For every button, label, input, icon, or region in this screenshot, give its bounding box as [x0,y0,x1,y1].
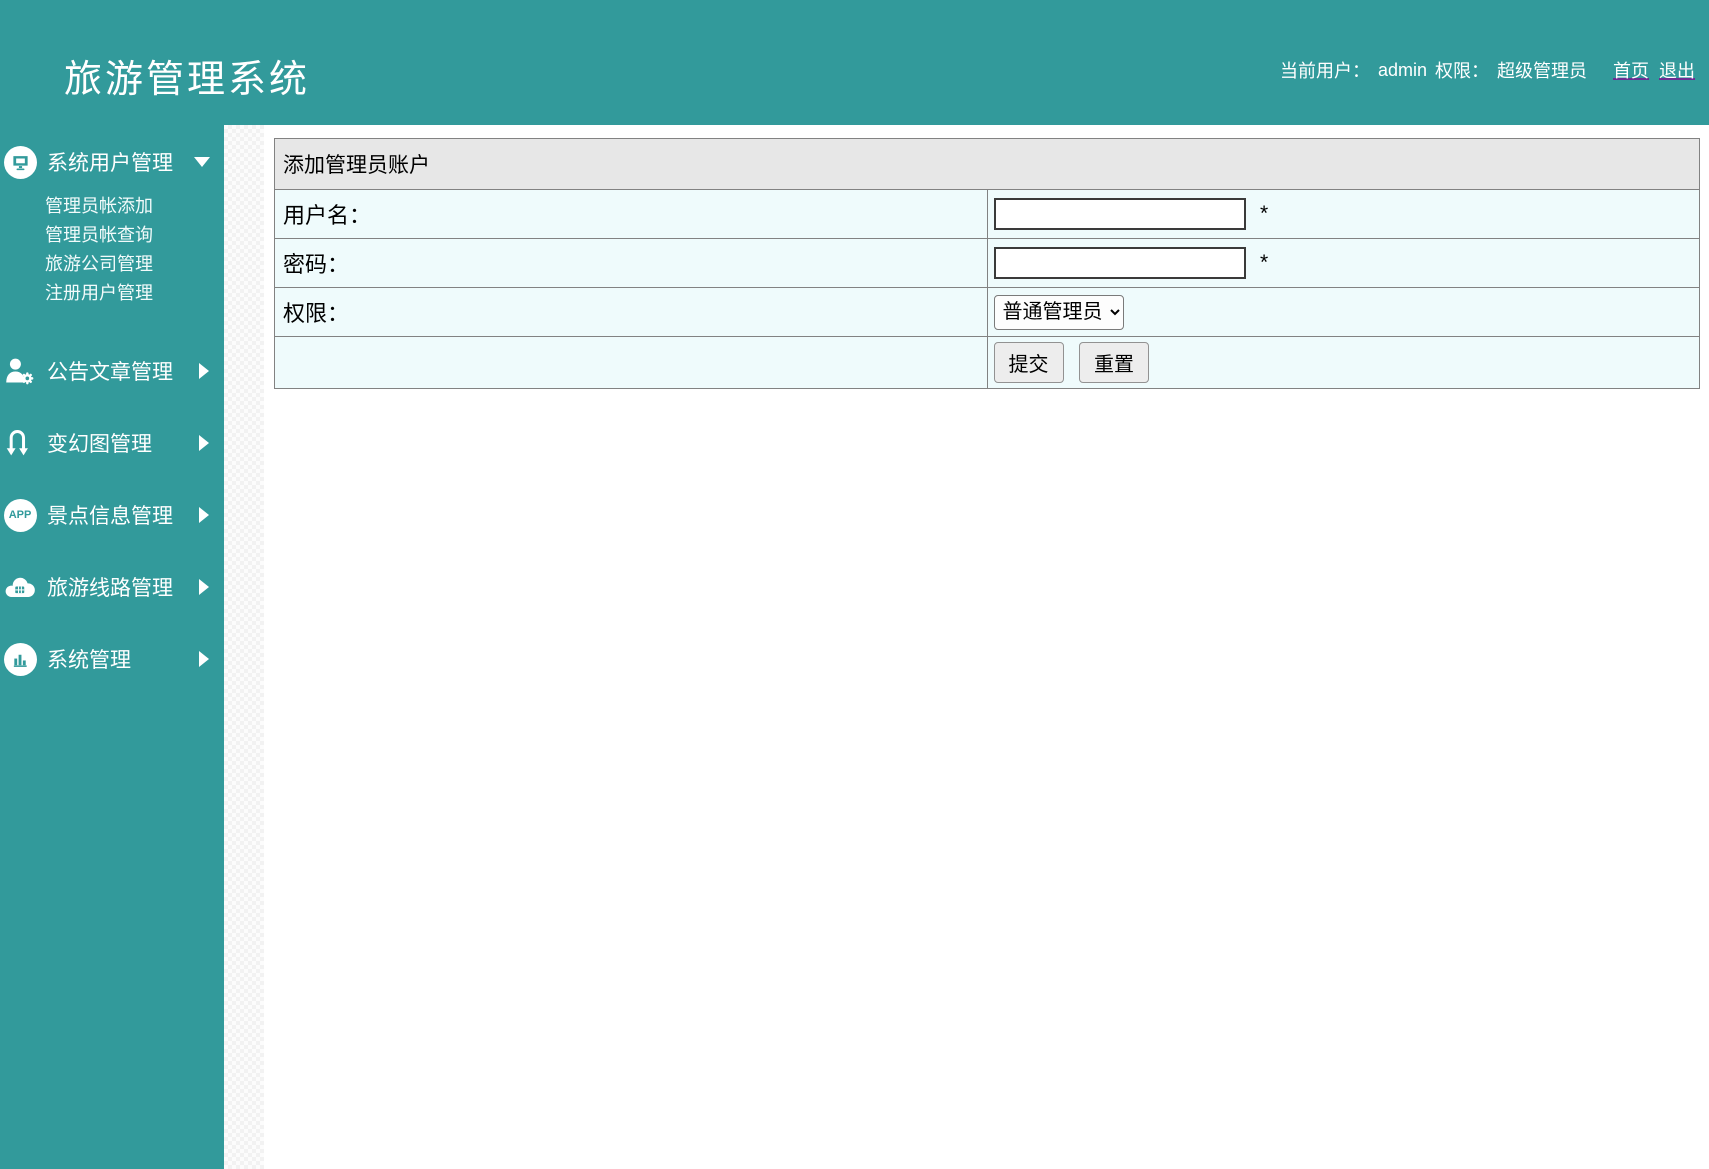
sidebar-item-label: 公告文章管理 [47,361,173,384]
sidebar-item-banner-images[interactable]: 变幻图管理 [0,421,224,465]
sidebar-item-attractions[interactable]: APP 景点信息管理 [0,493,224,537]
user-gear-icon [1,352,39,390]
required-asterisk: * [1259,202,1269,225]
table-row: 提交 重置 [274,336,1700,389]
username-label: 用户名： [274,189,988,239]
sidebar-item-label: 旅游线路管理 [47,577,173,600]
sidebar-submenu-system-users: 管理员帐添加 管理员帐查询 旅游公司管理 注册用户管理 [0,192,224,308]
empty-cell [274,336,988,389]
table-row: 用户名： * [274,189,1700,239]
chevron-right-icon [199,507,209,523]
chevron-right-icon [199,363,209,379]
sidebar-item-travel-routes[interactable]: 旅游线路管理 [0,565,224,609]
home-link[interactable]: 首页 [1613,57,1649,83]
form-header-row: 添加管理员账户 [274,138,1700,190]
app-circle-icon: APP [1,496,39,534]
sidebar: 系统用户管理 管理员帐添加 管理员帐查询 旅游公司管理 注册用户管理 公告文章管… [0,125,224,1169]
current-user-value: admin [1377,59,1427,80]
sidebar-item-label: 系统管理 [47,649,131,672]
sidebar-item-system-users[interactable]: 系统用户管理 [0,140,224,184]
main-content: 添加管理员账户 用户名： * 密码： * 权限： 普通管理员 提交 重置 [264,125,1709,1169]
sidebar-item-label: 系统用户管理 [47,152,173,175]
table-row: 权限： 普通管理员 [274,287,1700,337]
sidebar-item-system-management[interactable]: 系统管理 [0,637,224,681]
table-row: 密码： * [274,238,1700,288]
bar-chart-circle-icon [1,640,39,678]
form-title: 添加管理员账户 [274,138,1700,190]
reset-button[interactable]: 重置 [1078,342,1149,383]
app-icon-label: APP [8,509,32,521]
password-field[interactable] [993,247,1246,279]
required-asterisk: * [1259,251,1269,274]
permission-label: 权限： [274,287,988,337]
submit-button[interactable]: 提交 [993,342,1064,383]
password-label: 密码： [274,238,988,288]
submenu-item-travel-company[interactable]: 旅游公司管理 [45,250,224,279]
submenu-item-admin-query[interactable]: 管理员帐查询 [45,221,224,250]
chevron-right-icon [199,579,209,595]
background-texture-strip [224,125,264,1169]
role-value: 超级管理员 [1497,61,1587,81]
logout-link[interactable]: 退出 [1659,57,1695,83]
sidebar-item-label: 景点信息管理 [47,505,173,528]
chevron-right-icon [199,435,209,451]
role-label: 权限： [1435,61,1489,81]
permission-select[interactable]: 普通管理员 [993,294,1124,330]
cloud-icon [1,568,39,606]
add-admin-form-table: 添加管理员账户 用户名： * 密码： * 权限： 普通管理员 提交 重置 [274,138,1700,389]
sidebar-item-label: 变幻图管理 [47,433,152,456]
app-header: 旅游管理系统 当前用户： admin 权限： 超级管理员 首页 退出 [0,0,1709,125]
chevron-right-icon [199,651,209,667]
username-field[interactable] [993,198,1246,230]
sidebar-item-announcements[interactable]: 公告文章管理 [0,349,224,393]
page-body: 系统用户管理 管理员帐添加 管理员帐查询 旅游公司管理 注册用户管理 公告文章管… [0,125,1709,1169]
current-user-label: 当前用户： [1279,61,1370,81]
chevron-down-icon [194,157,210,167]
header-user-info: 当前用户： admin 权限： 超级管理员 首页 退出 [1280,57,1695,83]
monitor-circle-icon [1,143,39,181]
page-title: 旅游管理系统 [64,57,311,101]
submenu-item-admin-add[interactable]: 管理员帐添加 [45,192,224,221]
swap-arrows-icon [1,424,39,462]
submenu-item-registered-users[interactable]: 注册用户管理 [45,279,224,308]
